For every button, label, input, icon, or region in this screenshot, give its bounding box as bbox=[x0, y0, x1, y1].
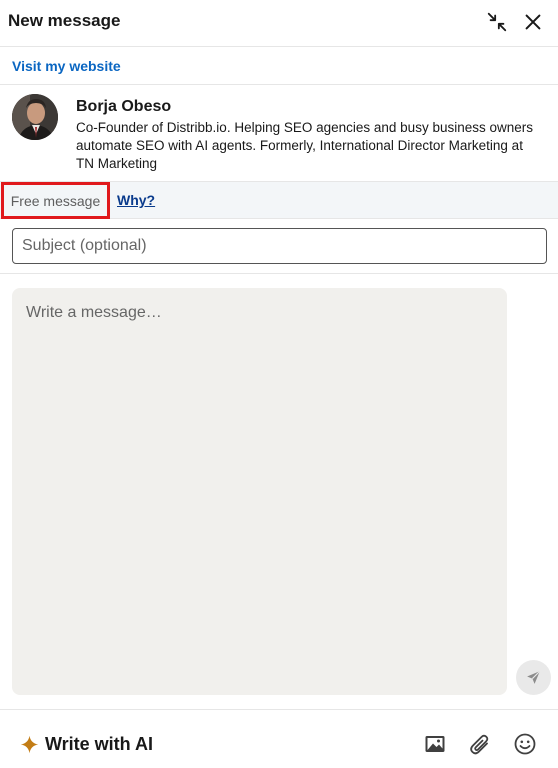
attach-file-button[interactable] bbox=[465, 729, 495, 759]
sparkle-icon bbox=[20, 735, 39, 753]
send-button[interactable] bbox=[516, 660, 551, 695]
write-with-ai-button[interactable]: Write with AI bbox=[20, 729, 153, 759]
visit-website-link[interactable]: Visit my website bbox=[12, 58, 121, 74]
free-message-row: Free message Why? bbox=[0, 182, 558, 219]
send-icon bbox=[527, 670, 541, 684]
minimize-arrows-icon bbox=[487, 12, 507, 32]
subject-input[interactable] bbox=[12, 228, 547, 264]
avatar[interactable] bbox=[12, 94, 58, 140]
close-button[interactable] bbox=[518, 8, 548, 36]
close-icon bbox=[525, 14, 541, 30]
free-message-label: Free message bbox=[1, 182, 110, 219]
emoji-button[interactable] bbox=[510, 729, 540, 759]
write-with-ai-label: Write with AI bbox=[45, 733, 153, 754]
why-link[interactable]: Why? bbox=[117, 192, 155, 208]
website-row: Visit my website bbox=[0, 47, 558, 85]
emoji-icon bbox=[514, 733, 536, 755]
minimize-button[interactable] bbox=[482, 8, 512, 36]
footer-divider bbox=[0, 709, 558, 710]
recipient-name[interactable]: Borja Obeso bbox=[76, 98, 171, 116]
message-textarea[interactable] bbox=[12, 288, 507, 695]
header-title: New message bbox=[8, 11, 121, 30]
paperclip-icon bbox=[470, 734, 489, 755]
recipient-headline: Co-Founder of Distribb.io. Helping SEO a… bbox=[76, 120, 533, 171]
recipient-profile: Borja Obeso Co-Founder of Distribb.io. H… bbox=[0, 85, 558, 182]
divider bbox=[0, 273, 558, 274]
message-header: New message bbox=[0, 0, 558, 47]
image-icon bbox=[425, 736, 445, 752]
attach-image-button[interactable] bbox=[420, 729, 450, 759]
